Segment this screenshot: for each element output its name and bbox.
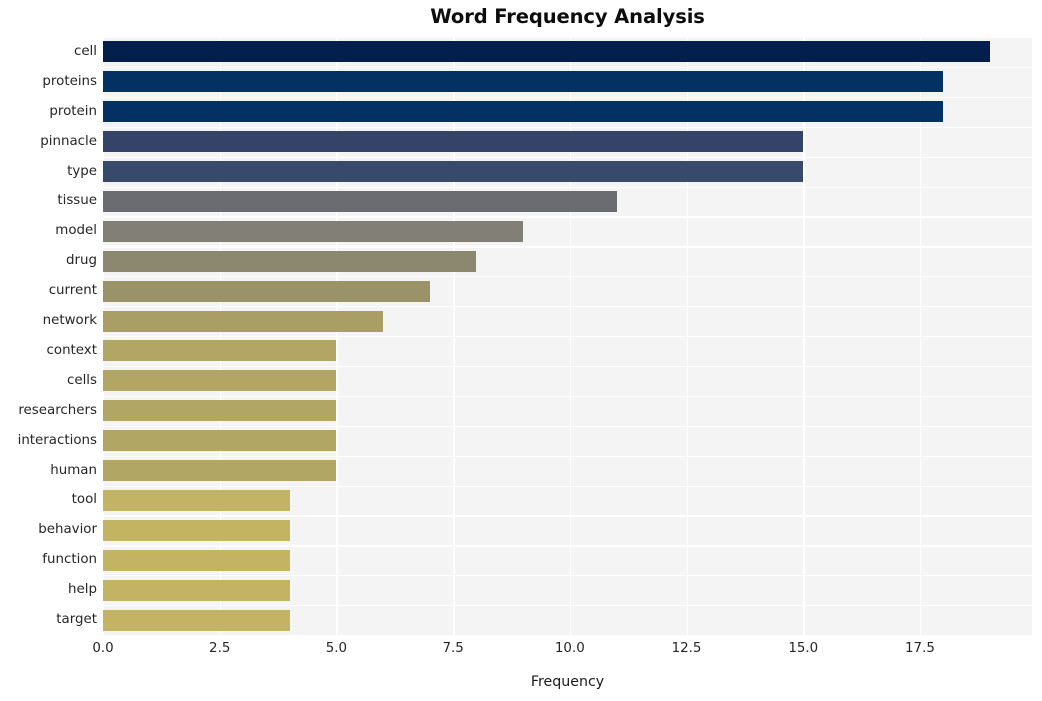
y-axis-tick-labels: cell proteins protein pinnacle type tissue mod… (0, 37, 97, 635)
bar (103, 280, 430, 302)
y-tick-label: type (67, 163, 97, 179)
chart-figure: Word Frequency Analysis cell proteins prot… (0, 0, 1042, 701)
bar (103, 220, 524, 242)
x-tick-label: 0.0 (92, 641, 114, 656)
y-tick-label: target (56, 612, 97, 628)
bar (103, 340, 337, 362)
y-tick-label: cells (66, 372, 97, 388)
bar (103, 370, 337, 392)
y-tick-label: help (68, 582, 97, 598)
x-tick-label: 12.5 (671, 641, 702, 656)
y-tick-label: current (48, 283, 97, 299)
y-tick-label: researchers (18, 402, 97, 418)
bar (103, 131, 804, 153)
y-tick-label: context (46, 342, 97, 358)
y-tick-label: protein (49, 103, 97, 119)
bar (103, 579, 290, 601)
bar (103, 161, 804, 183)
y-tick-label: network (42, 313, 97, 329)
x-tick-label: 7.5 (442, 641, 464, 656)
y-tick-label: human (50, 462, 97, 478)
bar (103, 190, 617, 212)
y-tick-label: function (42, 552, 97, 568)
bar (103, 609, 290, 631)
y-tick-label: cell (73, 43, 97, 59)
bar (103, 430, 337, 452)
y-tick-label: drug (66, 253, 97, 269)
bar (103, 101, 944, 123)
bars-layer (103, 37, 1032, 635)
y-tick-label: behavior (38, 522, 97, 538)
x-tick-label: 15.0 (788, 641, 819, 656)
bar (103, 489, 290, 511)
bar (103, 250, 477, 272)
bar (103, 71, 944, 93)
y-tick-label: interactions (17, 432, 97, 448)
bar (103, 310, 384, 332)
bar (103, 41, 990, 63)
bar (103, 460, 337, 482)
y-tick-label: pinnacle (40, 133, 97, 149)
bar (103, 519, 290, 541)
bar (103, 400, 337, 422)
x-axis-title: Frequency (530, 674, 605, 690)
plot-area (103, 37, 1032, 637)
x-tick-label: 2.5 (209, 641, 231, 656)
x-tick-label: 10.0 (554, 641, 585, 656)
x-axis-tick-labels: 0.0 2.5 5.0 7.5 10.0 12.5 15.0 17.5 (92, 641, 1032, 663)
y-tick-label: proteins (42, 73, 97, 89)
bar (103, 549, 290, 571)
y-tick-label: model (55, 223, 97, 239)
x-tick-label: 17.5 (905, 641, 935, 656)
x-tick-label: 5.0 (325, 641, 348, 656)
y-tick-label: tool (71, 492, 97, 508)
gridline-horizontal (103, 635, 1032, 637)
chart-title: Word Frequency Analysis (430, 5, 705, 28)
y-tick-label: tissue (57, 193, 97, 209)
